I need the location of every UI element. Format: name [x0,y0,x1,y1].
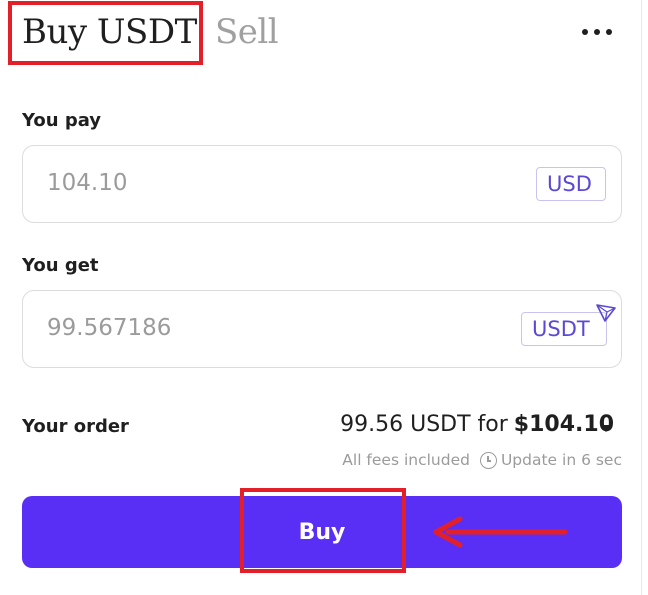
dot [606,29,612,35]
pay-currency-selector[interactable]: USD [536,167,606,201]
panel-border [641,0,642,595]
tron-icon [596,304,616,322]
highlight-box-tab [8,1,203,65]
buy-sell-widget: Buy USDT Sell You pay 104.10 USD You get… [0,0,648,595]
your-order-label: Your order [22,416,129,437]
fee-info: All fees included Update in 6 sec [342,451,622,469]
get-amount-field[interactable]: 99.567186 USDT [22,290,622,368]
chevron-down-icon[interactable] [600,425,612,432]
order-price: $104.10 [513,412,614,437]
pay-amount-field[interactable]: 104.10 USD [22,145,622,223]
fees-included-text: All fees included [342,451,470,469]
order-amount: 99.56 USDT for [340,412,508,437]
tab-sell[interactable]: Sell [215,12,279,52]
order-summary[interactable]: 99.56 USDT for $104.10 [340,412,614,437]
more-options-icon[interactable] [574,22,620,42]
pay-amount-input[interactable]: 104.10 [47,170,127,196]
update-timer-text: Update in 6 sec [500,451,622,469]
red-arrow-annotation [433,516,568,548]
quote-timer: Update in 6 sec [479,451,622,469]
highlight-box-buy [240,488,406,573]
you-get-label: You get [22,255,99,276]
dot [594,29,600,35]
dot [582,29,588,35]
get-amount-input[interactable]: 99.567186 [47,315,171,341]
clock-icon [479,451,497,469]
you-pay-label: You pay [22,110,102,131]
